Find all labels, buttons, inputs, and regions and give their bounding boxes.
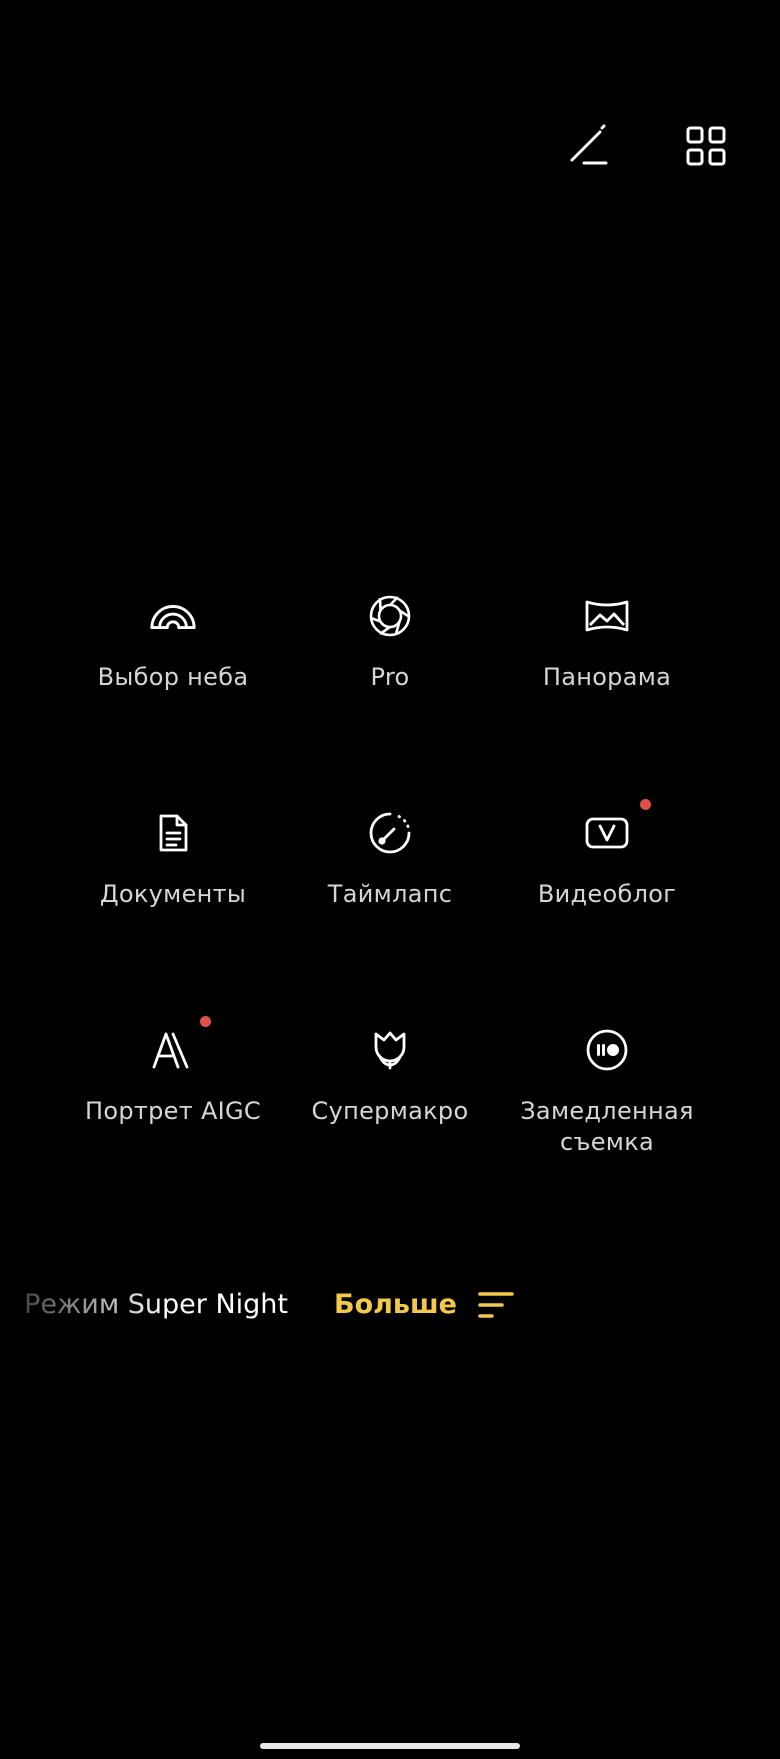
- mode-label: Панорама: [542, 663, 672, 691]
- grid-layout-icon: [686, 126, 726, 166]
- slow-motion-icon: [586, 1029, 628, 1071]
- mode-label: Портрет AIGC: [84, 1097, 261, 1125]
- mode-supermacro[interactable]: Супермакро: [282, 1026, 498, 1127]
- more-label: Больше: [334, 1289, 457, 1320]
- mode-label: Видеоблог: [537, 880, 677, 908]
- mode-pro[interactable]: Pro: [282, 592, 498, 693]
- mode-label: Замедленная съемка: [520, 1097, 694, 1156]
- grid-view-button[interactable]: [674, 114, 738, 178]
- document-icon: [159, 814, 188, 852]
- edit-button[interactable]: [557, 114, 621, 178]
- mode-panorama[interactable]: Панорама: [499, 592, 715, 693]
- mode-label: Выбор неба: [97, 663, 249, 691]
- current-mode-label[interactable]: Режим Super Night: [20, 1288, 288, 1322]
- more-button[interactable]: Больше: [334, 1288, 515, 1322]
- mode-documents[interactable]: Документы: [65, 809, 281, 910]
- rainbow-icon: [150, 604, 196, 629]
- new-badge: [200, 1016, 211, 1027]
- home-indicator[interactable]: [260, 1743, 520, 1749]
- mode-label: Таймлапс: [327, 880, 453, 908]
- aigc-icon: [152, 1032, 189, 1069]
- mode-timelapse[interactable]: Таймлапс: [282, 809, 498, 910]
- aperture-icon: [369, 595, 411, 637]
- mode-vlog[interactable]: Видеоблог: [499, 799, 715, 910]
- mode-label: Супермакро: [311, 1097, 469, 1125]
- edit-pen-icon: [570, 124, 608, 165]
- mode-label: Документы: [99, 880, 247, 908]
- menu-lines-icon: [477, 1289, 515, 1321]
- mode-strip: Режим Super Night Больше: [0, 1280, 780, 1330]
- timelapse-icon: [369, 812, 411, 854]
- panorama-icon: [585, 600, 629, 632]
- vlog-icon: [585, 817, 629, 849]
- new-badge: [640, 799, 651, 810]
- mode-portrait-aigc[interactable]: Портрет AIGC: [65, 1016, 281, 1127]
- mode-sky-selection[interactable]: Выбор неба: [65, 592, 281, 693]
- mode-slow-motion[interactable]: Замедленная съемка: [499, 1026, 715, 1158]
- mode-label: Pro: [370, 663, 410, 691]
- tulip-icon: [374, 1031, 406, 1070]
